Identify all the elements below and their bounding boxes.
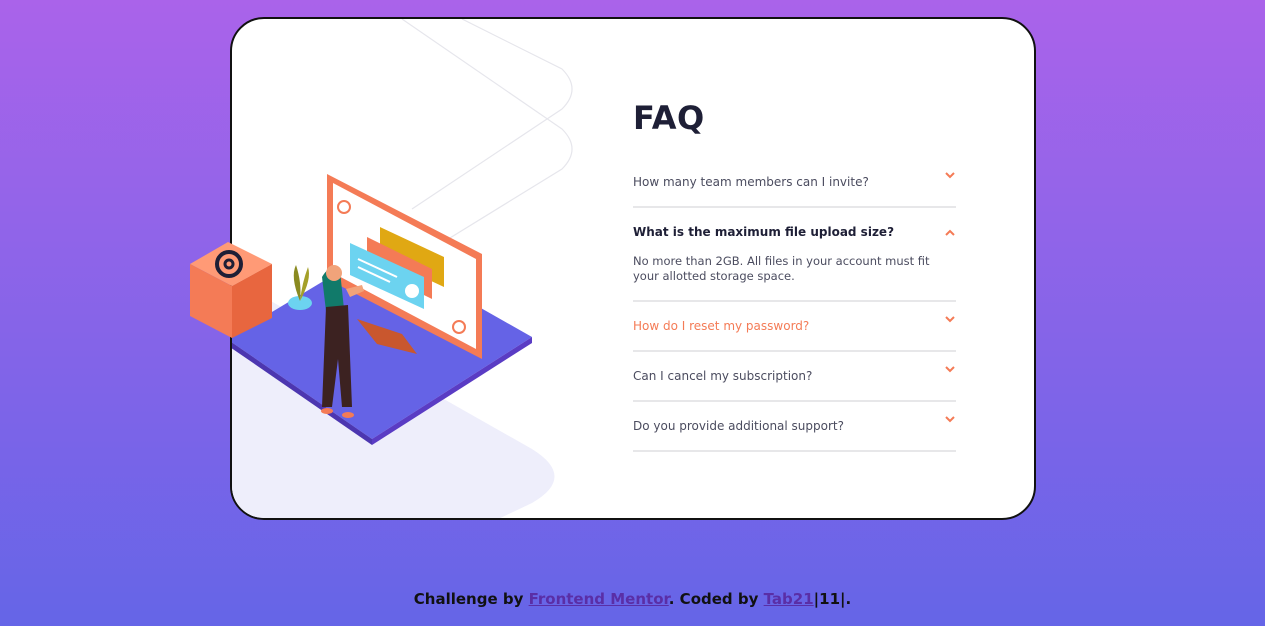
faq-item[interactable]: How do I reset my password? (633, 302, 956, 352)
faq-title: FAQ (633, 99, 705, 137)
faq-question[interactable]: Do you provide additional support? (633, 402, 956, 450)
chevron-down-icon[interactable] (944, 170, 956, 180)
faq-question[interactable]: Can I cancel my subscription? (633, 352, 956, 400)
attribution-footer: Challenge by Frontend Mentor. Coded by T… (0, 590, 1265, 608)
faq-answer: No more than 2GB. All files in your acco… (633, 254, 930, 283)
box-illustration (190, 242, 272, 338)
faq-question[interactable]: How do I reset my password? (633, 302, 956, 350)
chevron-down-icon[interactable] (944, 314, 956, 324)
frontend-mentor-link[interactable]: Frontend Mentor (529, 590, 669, 608)
footer-end: . (845, 590, 852, 608)
faq-item[interactable]: How many team members can I invite? (633, 158, 956, 208)
chevron-up-icon[interactable] (944, 228, 956, 238)
chevron-down-icon[interactable] (944, 414, 956, 424)
faq-section: FAQ How many team members can I invite? … (633, 96, 956, 452)
faq-list: How many team members can I invite? What… (633, 158, 956, 452)
illustration-woman-online (232, 174, 532, 445)
faq-question[interactable]: What is the maximum file upload size? (633, 216, 956, 246)
faq-item[interactable]: What is the maximum file upload size? No… (633, 216, 956, 302)
faq-question[interactable]: How many team members can I invite? (633, 158, 956, 206)
faq-item[interactable]: Can I cancel my subscription? (633, 352, 956, 402)
footer-middle: . Coded by (668, 590, 759, 608)
faq-item[interactable]: Do you provide additional support? (633, 402, 956, 452)
footer-prefix: Challenge by (413, 590, 524, 608)
footer-suffix: |11| (813, 590, 846, 608)
chevron-down-icon[interactable] (944, 364, 956, 374)
author-link[interactable]: Tab21 (764, 590, 814, 608)
